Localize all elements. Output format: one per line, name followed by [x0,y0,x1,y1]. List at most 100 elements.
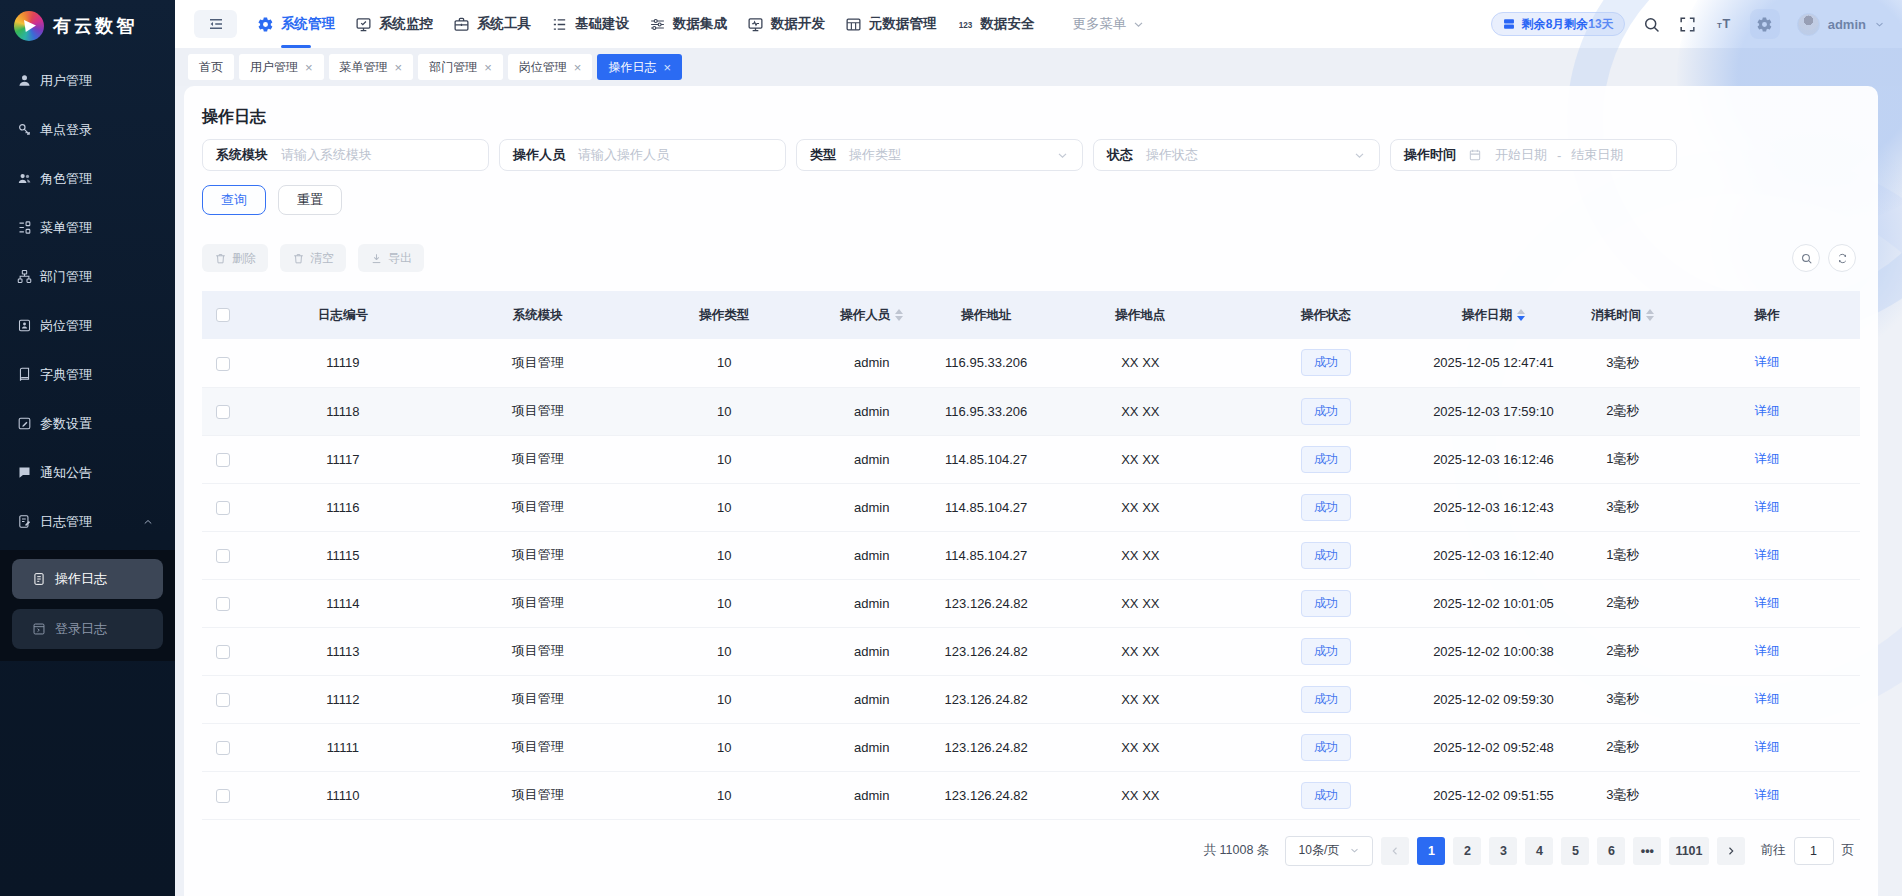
top-nav-4[interactable]: 基础建设 [541,0,639,48]
fullscreen-icon[interactable] [1678,15,1697,34]
sidebar-collapse-button[interactable] [194,10,237,38]
detail-link[interactable]: 详细 [1755,355,1780,369]
table-refresh-button[interactable] [1828,244,1856,272]
sort-icon[interactable] [1646,309,1654,321]
detail-link[interactable]: 详细 [1755,596,1780,610]
detail-link[interactable]: 详细 [1755,404,1780,418]
sidebar-item-2[interactable]: 单点登录 [0,105,175,154]
page-button-1[interactable]: 1 [1417,837,1445,865]
tab-5[interactable]: 岗位管理× [508,54,593,80]
sidebar-item-3[interactable]: 角色管理 [0,154,175,203]
top-nav-2[interactable]: 系统监控 [345,0,443,48]
query-button[interactable]: 查询 [202,185,266,215]
more-menu-button[interactable]: 更多菜单 [1073,15,1145,33]
close-icon[interactable]: × [574,61,582,74]
font-size-icon[interactable]: TT [1714,15,1733,34]
goto-page-input[interactable]: 1 [1794,837,1834,865]
top-nav-7[interactable]: 元数据管理 [835,0,947,48]
detail-link[interactable]: 详细 [1755,740,1780,754]
top-nav-5[interactable]: 数据集成 [639,0,737,48]
top-nav-6[interactable]: 数据开发 [737,0,835,48]
clear-button[interactable]: 清空 [280,244,346,272]
detail-link[interactable]: 详细 [1755,500,1780,514]
sidebar-item-5[interactable]: 部门管理 [0,252,175,301]
next-page-button[interactable] [1717,837,1745,865]
column-header-date[interactable]: 操作日期 [1416,291,1572,339]
sidebar-item-6[interactable]: 岗位管理 [0,301,175,350]
page-button-2[interactable]: 2 [1453,837,1481,865]
detail-link[interactable]: 详细 [1755,452,1780,466]
settings-button[interactable] [1750,9,1780,39]
row-checkbox[interactable] [216,501,230,515]
detail-link[interactable]: 详细 [1755,644,1780,658]
tab-4[interactable]: 部门管理× [418,54,503,80]
row-checkbox[interactable] [216,405,230,419]
top-nav-1[interactable]: 系统管理 [247,0,345,48]
tab-3[interactable]: 菜单管理× [329,54,414,80]
sidebar-item-9[interactable]: 通知公告 [0,448,175,497]
row-checkbox[interactable] [216,741,230,755]
sidebar-item-8[interactable]: 参数设置 [0,399,175,448]
detail-link[interactable]: 详细 [1755,788,1780,802]
svg-text:123: 123 [958,20,972,29]
row-checkbox[interactable] [216,453,230,467]
close-icon[interactable]: × [484,61,492,74]
page-button-1101[interactable]: 1101 [1669,837,1708,865]
gear-icon [257,16,274,33]
row-checkbox[interactable] [216,693,230,707]
sort-icon[interactable] [895,309,903,321]
sidebar-item-4[interactable]: 菜单管理 [0,203,175,252]
cell-id: 11115 [326,548,359,563]
top-nav-8[interactable]: 123数据安全 [947,0,1045,48]
sidebar-subitem-1[interactable]: 操作日志 [12,559,163,599]
cell-id: 11116 [326,500,359,515]
row-checkbox[interactable] [216,597,230,611]
filter-select-4[interactable]: 状态操作状态 [1093,139,1380,171]
tab-2[interactable]: 用户管理× [239,54,324,80]
page-size-select[interactable]: 10条/页 [1285,836,1373,866]
column-header-cost[interactable]: 消耗时间 [1571,291,1674,339]
top-nav-3[interactable]: 系统工具 [443,0,541,48]
page-button-4[interactable]: 4 [1525,837,1553,865]
table-search-button[interactable] [1792,244,1820,272]
license-badge[interactable]: 剩余8月剩余13天 [1491,12,1625,36]
filter-select-3[interactable]: 类型操作类型 [796,139,1083,171]
sidebar-item-1[interactable]: 用户管理 [0,56,175,105]
tab-1[interactable]: 首页 [188,54,234,80]
filter-input-2[interactable]: 操作人员请输入操作人员 [499,139,786,171]
user-menu[interactable]: admin [1797,13,1885,36]
page-button-3[interactable]: 3 [1489,837,1517,865]
search-icon[interactable] [1642,15,1661,34]
tab-6[interactable]: 操作日志× [597,54,682,80]
sidebar-subitem-2[interactable]: 登录日志 [12,609,163,649]
detail-link[interactable]: 详细 [1755,692,1780,706]
table-row-11115: 11115项目管理10admin114.85.104.27XX XX成功2025… [202,531,1860,579]
sidebar-item-label: 部门管理 [40,268,92,286]
sort-icon[interactable] [1517,309,1525,321]
export-button[interactable]: 导出 [358,244,424,272]
sidebar-item-7[interactable]: 字典管理 [0,350,175,399]
row-checkbox[interactable] [216,789,230,803]
column-header-operator[interactable]: 操作人员 [815,291,928,339]
page-ellipsis[interactable]: ••• [1633,837,1661,865]
delete-button[interactable]: 删除 [202,244,268,272]
page-button-6[interactable]: 6 [1597,837,1625,865]
close-icon[interactable]: × [305,61,313,74]
more-menu-label: 更多菜单 [1073,15,1127,33]
page-button-5[interactable]: 5 [1561,837,1589,865]
date-start-placeholder[interactable]: 开始日期 [1495,146,1547,164]
row-checkbox[interactable] [216,357,230,371]
detail-link[interactable]: 详细 [1755,548,1780,562]
row-checkbox[interactable] [216,645,230,659]
prev-page-button[interactable] [1381,837,1409,865]
reset-button[interactable]: 重置 [278,185,342,215]
close-icon[interactable]: × [395,61,403,74]
sidebar-item-10[interactable]: 日志管理 [0,497,175,546]
filter-daterange-5[interactable]: 操作时间开始日期-结束日期 [1390,139,1677,171]
close-icon[interactable]: × [663,61,671,74]
filter-input-1[interactable]: 系统模块请输入系统模块 [202,139,489,171]
date-end-placeholder[interactable]: 结束日期 [1571,146,1623,164]
select-all-checkbox[interactable] [216,308,230,322]
dictionary-icon [17,367,32,382]
row-checkbox[interactable] [216,549,230,563]
